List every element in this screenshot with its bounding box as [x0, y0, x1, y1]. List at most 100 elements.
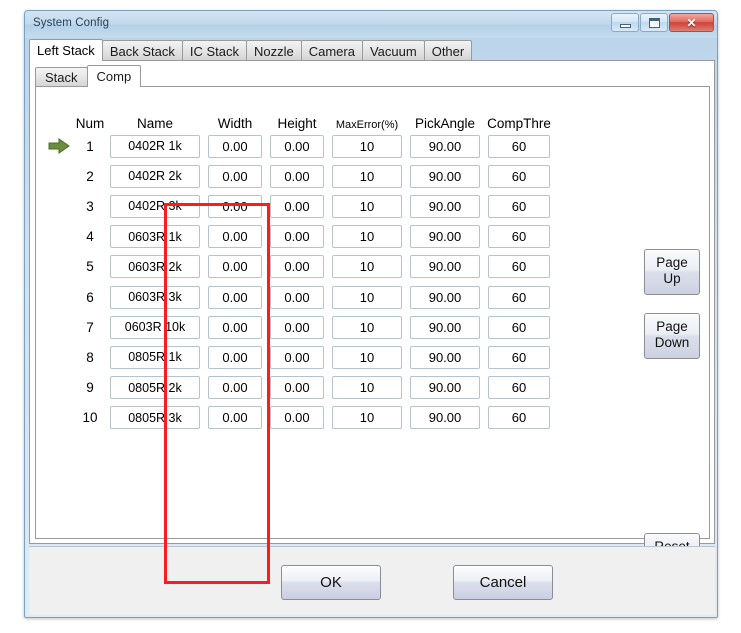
input-width[interactable]: 0.00 [208, 285, 262, 309]
table-row[interactable]: 1 0402R 1k 0.00 0.00 10 90.00 60 [44, 131, 644, 161]
input-name[interactable]: 0402R 2k [110, 164, 200, 188]
input-maxerror[interactable]: 10 [332, 255, 402, 279]
input-width[interactable]: 0.00 [208, 376, 262, 400]
window-titlebar[interactable]: System Config ✕ [25, 11, 717, 38]
input-width[interactable]: 0.00 [208, 164, 262, 188]
input-width[interactable]: 0.00 [208, 315, 262, 339]
input-compthre[interactable]: 60 [488, 315, 550, 339]
table-row[interactable]: 6 0603R 3k 0.00 0.00 10 90.00 60 [44, 282, 644, 312]
input-height[interactable]: 0.00 [270, 376, 324, 400]
tab-comp[interactable]: Comp [86, 65, 142, 87]
input-height[interactable]: 0.00 [270, 225, 324, 249]
input-width[interactable]: 0.00 [208, 406, 262, 430]
input-name[interactable]: 0402R 1k [110, 134, 200, 158]
cell-num: 8 [86, 349, 94, 365]
input-width[interactable]: 0.00 [208, 134, 262, 158]
tab-nozzle-label: Nozzle [253, 43, 294, 59]
tab-camera[interactable]: Camera [300, 40, 363, 61]
input-name[interactable]: 0603R 1k [110, 225, 200, 249]
input-height[interactable]: 0.00 [270, 315, 324, 339]
input-compthre[interactable]: 60 [488, 406, 550, 430]
input-compthre[interactable]: 60 [488, 164, 550, 188]
close-icon: ✕ [686, 15, 697, 30]
minimize-button[interactable] [611, 13, 639, 32]
page-down-label-line2: Down [654, 335, 690, 350]
input-width[interactable]: 0.00 [208, 225, 262, 249]
cancel-button[interactable]: Cancel [453, 565, 553, 600]
input-compthre[interactable]: 60 [488, 134, 550, 158]
input-name[interactable]: 0603R 10k [110, 315, 200, 339]
table-row[interactable]: 5 0603R 2k 0.00 0.00 10 90.00 60 [44, 252, 644, 282]
input-width[interactable]: 0.00 [208, 194, 262, 218]
input-compthre[interactable]: 60 [488, 255, 550, 279]
table-row[interactable]: 2 0402R 2k 0.00 0.00 10 90.00 60 [44, 161, 644, 191]
maximize-button[interactable] [640, 13, 668, 32]
input-pickangle[interactable]: 90.00 [410, 285, 480, 309]
input-maxerror[interactable]: 10 [332, 345, 402, 369]
input-height[interactable]: 0.00 [270, 134, 324, 158]
table-row[interactable]: 8 0805R 1k 0.00 0.00 10 90.00 60 [44, 342, 644, 372]
maximize-icon [648, 17, 660, 28]
input-name[interactable]: 0805R 1k [110, 345, 200, 369]
input-pickangle[interactable]: 90.00 [410, 255, 480, 279]
input-maxerror[interactable]: 10 [332, 194, 402, 218]
input-maxerror[interactable]: 10 [332, 134, 402, 158]
tab-nozzle[interactable]: Nozzle [245, 40, 302, 61]
input-name[interactable]: 0805R 3k [110, 406, 200, 430]
cell-num: 7 [86, 319, 94, 335]
input-maxerror[interactable]: 10 [332, 285, 402, 309]
input-compthre[interactable]: 60 [488, 225, 550, 249]
ok-button[interactable]: OK [281, 565, 381, 600]
input-pickangle[interactable]: 90.00 [410, 225, 480, 249]
input-maxerror[interactable]: 10 [332, 315, 402, 339]
input-height[interactable]: 0.00 [270, 164, 324, 188]
left-stack-panel: Stack Comp Num Name Width Height MaxErro… [29, 60, 715, 584]
table-row[interactable]: 9 0805R 2k 0.00 0.00 10 90.00 60 [44, 373, 644, 403]
input-height[interactable]: 0.00 [270, 406, 324, 430]
close-button[interactable]: ✕ [669, 13, 714, 32]
input-name[interactable]: 0402R 3k [110, 194, 200, 218]
table-row[interactable]: 10 0805R 3k 0.00 0.00 10 90.00 60 [44, 403, 644, 433]
tab-stack[interactable]: Stack [35, 67, 88, 87]
page-down-button[interactable]: Page Down [644, 313, 700, 359]
input-maxerror[interactable]: 10 [332, 406, 402, 430]
table-row[interactable]: 3 0402R 3k 0.00 0.00 10 90.00 60 [44, 191, 644, 221]
input-name[interactable]: 0603R 3k [110, 285, 200, 309]
input-maxerror[interactable]: 10 [332, 376, 402, 400]
input-pickangle[interactable]: 90.00 [410, 376, 480, 400]
input-maxerror[interactable]: 10 [332, 225, 402, 249]
input-compthre[interactable]: 60 [488, 376, 550, 400]
input-width[interactable]: 0.00 [208, 255, 262, 279]
input-compthre[interactable]: 60 [488, 285, 550, 309]
input-pickangle[interactable]: 90.00 [410, 194, 480, 218]
tab-ic-stack[interactable]: IC Stack [181, 40, 247, 61]
tab-back-stack[interactable]: Back Stack [101, 40, 183, 61]
column-header-maxerror: MaxError(%) [335, 119, 399, 131]
input-name[interactable]: 0603R 2k [110, 255, 200, 279]
input-maxerror[interactable]: 10 [332, 164, 402, 188]
input-width[interactable]: 0.00 [208, 345, 262, 369]
input-pickangle[interactable]: 90.00 [410, 406, 480, 430]
page-up-button[interactable]: Page Up [644, 249, 700, 295]
column-header-width: Width [217, 116, 253, 131]
input-pickangle[interactable]: 90.00 [410, 134, 480, 158]
input-height[interactable]: 0.00 [270, 255, 324, 279]
input-height[interactable]: 0.00 [270, 345, 324, 369]
table-row[interactable]: 4 0603R 1k 0.00 0.00 10 90.00 60 [44, 222, 644, 252]
page-up-label-line2: Up [663, 271, 681, 286]
input-pickangle[interactable]: 90.00 [410, 315, 480, 339]
input-height[interactable]: 0.00 [270, 194, 324, 218]
table-row[interactable]: 7 0603R 10k 0.00 0.00 10 90.00 60 [44, 312, 644, 342]
input-pickangle[interactable]: 90.00 [410, 164, 480, 188]
tab-other[interactable]: Other [423, 40, 473, 61]
sub-tab-strip: Stack Comp [35, 65, 142, 87]
input-pickangle[interactable]: 90.00 [410, 345, 480, 369]
input-compthre[interactable]: 60 [488, 194, 550, 218]
table-header-row: Num Name Width Height MaxError(%) PickAn… [44, 105, 644, 131]
cell-num: 5 [86, 259, 94, 275]
input-compthre[interactable]: 60 [488, 345, 550, 369]
input-name[interactable]: 0805R 2k [110, 376, 200, 400]
input-height[interactable]: 0.00 [270, 285, 324, 309]
tab-vacuum[interactable]: Vacuum [361, 40, 425, 61]
tab-left-stack[interactable]: Left Stack [29, 39, 103, 61]
